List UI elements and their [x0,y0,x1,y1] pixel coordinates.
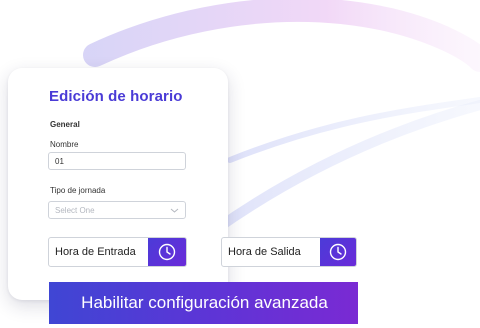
shift-type-select[interactable]: Select One [48,201,186,219]
exit-time-label: Hora de Salida [228,246,301,258]
name-label: Nombre [50,140,79,149]
exit-time-field[interactable]: Hora de Salida [221,237,357,267]
shift-type-label: Tipo de jornada [50,186,106,195]
entry-time-label: Hora de Entrada [55,246,136,258]
name-value: 01 [55,157,64,166]
clock-icon [329,243,347,261]
entry-time-picker-button[interactable] [148,238,186,266]
entry-time-field[interactable]: Hora de Entrada [48,237,187,267]
enable-advanced-config-button[interactable]: Habilitar configuración avanzada [49,282,358,324]
section-heading: General [50,120,80,129]
page-title: Edición de horario [49,88,183,105]
name-input[interactable]: 01 [48,152,186,170]
exit-time-picker-button[interactable] [320,238,356,266]
shift-type-placeholder: Select One [55,206,95,215]
clock-icon [158,243,176,261]
chevron-down-icon [170,208,179,213]
